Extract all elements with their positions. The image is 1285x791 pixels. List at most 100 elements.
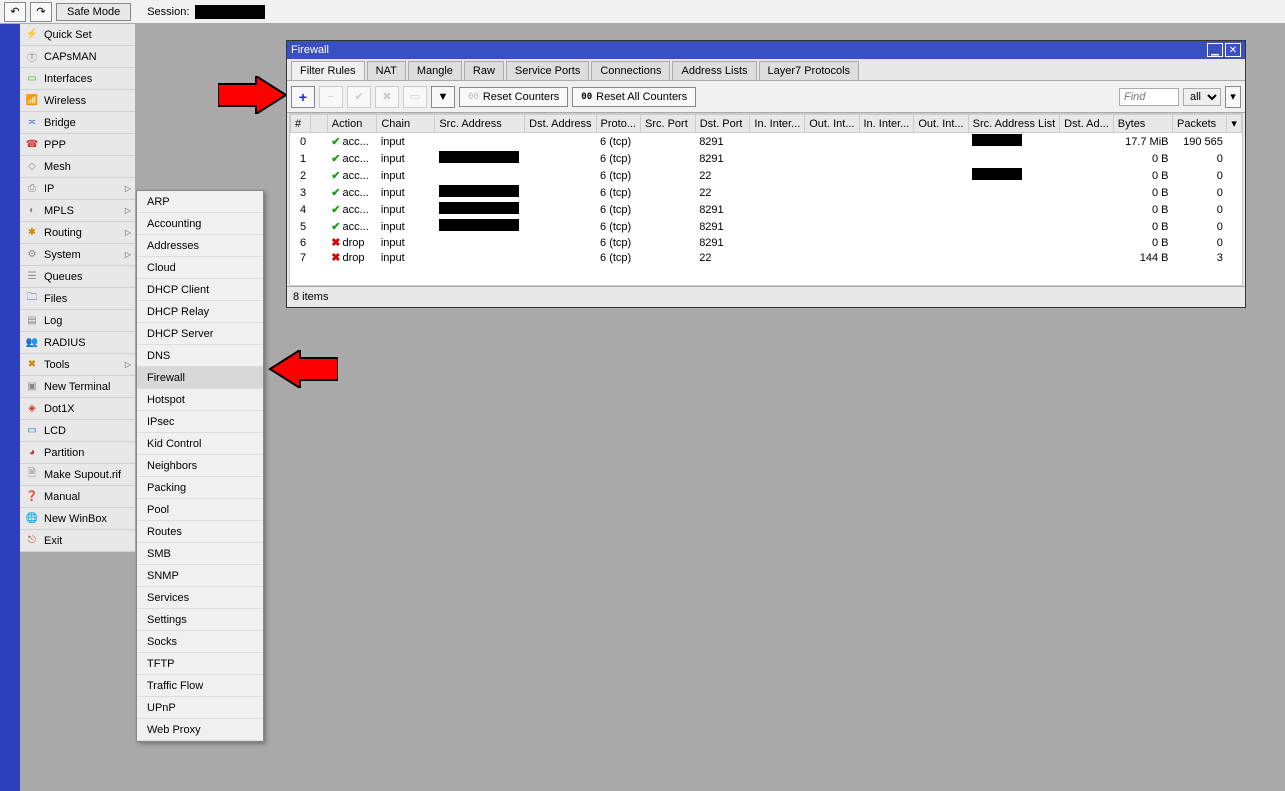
tab-address-lists[interactable]: Address Lists bbox=[672, 61, 756, 80]
tab-mangle[interactable]: Mangle bbox=[408, 61, 462, 80]
column-header[interactable]: Src. Port bbox=[640, 115, 695, 133]
redo-button[interactable]: ↷ bbox=[30, 2, 52, 22]
tab-raw[interactable]: Raw bbox=[464, 61, 504, 80]
column-header[interactable]: Action bbox=[327, 115, 377, 133]
menu-item-radius[interactable]: 👥RADIUS bbox=[20, 332, 135, 354]
window-titlebar[interactable]: Firewall ▁ ✕ bbox=[287, 41, 1245, 59]
table-row[interactable]: 0 ✔acc... input 6 (tcp) 8291 17.7 MiB 19… bbox=[291, 133, 1242, 151]
table-row[interactable]: 7 ✖drop input 6 (tcp) 22 144 B 3 bbox=[291, 250, 1242, 265]
submenu-item-dns[interactable]: DNS bbox=[137, 345, 263, 367]
menu-item-dot1x[interactable]: ◈Dot1X bbox=[20, 398, 135, 420]
menu-item-system[interactable]: ⚙System▷ bbox=[20, 244, 135, 266]
submenu-item-socks[interactable]: Socks bbox=[137, 631, 263, 653]
column-header[interactable]: Src. Address List bbox=[968, 115, 1060, 133]
add-button[interactable]: + bbox=[291, 86, 315, 108]
submenu-item-upnp[interactable]: UPnP bbox=[137, 697, 263, 719]
menu-item-partition[interactable]: ◕Partition bbox=[20, 442, 135, 464]
submenu-item-dhcp-relay[interactable]: DHCP Relay bbox=[137, 301, 263, 323]
menu-item-make-supout-rif[interactable]: 🗎Make Supout.rif bbox=[20, 464, 135, 486]
column-header[interactable]: Src. Address bbox=[435, 115, 525, 133]
tab-nat[interactable]: NAT bbox=[367, 61, 406, 80]
tab-connections[interactable]: Connections bbox=[591, 61, 670, 80]
menu-item-tools[interactable]: ✖Tools▷ bbox=[20, 354, 135, 376]
submenu-item-dhcp-server[interactable]: DHCP Server bbox=[137, 323, 263, 345]
column-header[interactable]: In. Inter... bbox=[859, 115, 914, 133]
table-row[interactable]: 5 ✔acc... input 6 (tcp) 8291 0 B 0 bbox=[291, 218, 1242, 235]
menu-item-mpls[interactable]: ◐MPLS▷ bbox=[20, 200, 135, 222]
menu-item-new-terminal[interactable]: ▣New Terminal bbox=[20, 376, 135, 398]
menu-item-ppp[interactable]: ☎PPP bbox=[20, 134, 135, 156]
table-row[interactable]: 4 ✔acc... input 6 (tcp) 8291 0 B 0 bbox=[291, 201, 1242, 218]
filter-button[interactable]: ▼ bbox=[431, 86, 455, 108]
submenu-item-smb[interactable]: SMB bbox=[137, 543, 263, 565]
column-header[interactable]: Dst. Address bbox=[525, 115, 596, 133]
column-header[interactable]: Proto... bbox=[596, 115, 640, 133]
column-header[interactable] bbox=[310, 115, 327, 133]
submenu-item-services[interactable]: Services bbox=[137, 587, 263, 609]
window-close-button[interactable]: ✕ bbox=[1225, 43, 1241, 57]
menu-item-quick-set[interactable]: ⚡Quick Set bbox=[20, 24, 135, 46]
submenu-item-arp[interactable]: ARP bbox=[137, 191, 263, 213]
menu-item-capsman[interactable]: ⓉCAPsMAN bbox=[20, 46, 135, 68]
menu-item-wireless[interactable]: 📶Wireless bbox=[20, 90, 135, 112]
table-row[interactable]: 1 ✔acc... input 6 (tcp) 8291 0 B 0 bbox=[291, 150, 1242, 167]
remove-button[interactable]: − bbox=[319, 86, 343, 108]
submenu-item-kid-control[interactable]: Kid Control bbox=[137, 433, 263, 455]
menu-item-log[interactable]: ▤Log bbox=[20, 310, 135, 332]
column-header[interactable]: Bytes bbox=[1113, 115, 1172, 133]
submenu-item-pool[interactable]: Pool bbox=[137, 499, 263, 521]
menu-item-queues[interactable]: ☰Queues bbox=[20, 266, 135, 288]
tab-service-ports[interactable]: Service Ports bbox=[506, 61, 589, 80]
menu-item-files[interactable]: 🗀Files bbox=[20, 288, 135, 310]
column-header[interactable]: Chain bbox=[377, 115, 435, 133]
window-minimize-button[interactable]: ▁ bbox=[1207, 43, 1223, 57]
column-header[interactable]: In. Inter... bbox=[750, 115, 805, 133]
submenu-item-traffic-flow[interactable]: Traffic Flow bbox=[137, 675, 263, 697]
menu-item-routing[interactable]: ✱Routing▷ bbox=[20, 222, 135, 244]
table-header[interactable]: # ActionChainSrc. AddressDst. AddressProt… bbox=[291, 115, 1242, 133]
column-header[interactable]: Dst. Port bbox=[695, 115, 750, 133]
submenu-item-hotspot[interactable]: Hotspot bbox=[137, 389, 263, 411]
submenu-item-settings[interactable]: Settings bbox=[137, 609, 263, 631]
submenu-item-firewall[interactable]: Firewall bbox=[137, 367, 263, 389]
table-row[interactable]: 6 ✖drop input 6 (tcp) 8291 0 B 0 bbox=[291, 235, 1242, 250]
submenu-item-neighbors[interactable]: Neighbors bbox=[137, 455, 263, 477]
submenu-item-web-proxy[interactable]: Web Proxy bbox=[137, 719, 263, 741]
submenu-item-cloud[interactable]: Cloud bbox=[137, 257, 263, 279]
menu-item-interfaces[interactable]: ▭Interfaces bbox=[20, 68, 135, 90]
tab-filter-rules[interactable]: Filter Rules bbox=[291, 61, 365, 80]
filter-select[interactable]: all bbox=[1183, 88, 1221, 106]
submenu-item-accounting[interactable]: Accounting bbox=[137, 213, 263, 235]
table-row[interactable]: 2 ✔acc... input 6 (tcp) 22 0 B 0 bbox=[291, 167, 1242, 184]
menu-item-manual[interactable]: ❓Manual bbox=[20, 486, 135, 508]
menu-item-new-winbox[interactable]: 🌐New WinBox bbox=[20, 508, 135, 530]
dropdown-button[interactable]: ▾ bbox=[1225, 86, 1241, 108]
column-header[interactable]: Dst. Ad... bbox=[1060, 115, 1114, 133]
submenu-item-addresses[interactable]: Addresses bbox=[137, 235, 263, 257]
find-input[interactable] bbox=[1119, 88, 1179, 106]
comment-button[interactable]: ▭ bbox=[403, 86, 427, 108]
submenu-item-ipsec[interactable]: IPsec bbox=[137, 411, 263, 433]
safe-mode-button[interactable]: Safe Mode bbox=[56, 3, 131, 21]
submenu-item-dhcp-client[interactable]: DHCP Client bbox=[137, 279, 263, 301]
tab-layer7-protocols[interactable]: Layer7 Protocols bbox=[759, 61, 860, 80]
table-row[interactable]: 3 ✔acc... input 6 (tcp) 22 0 B 0 bbox=[291, 184, 1242, 201]
submenu-item-snmp[interactable]: SNMP bbox=[137, 565, 263, 587]
menu-item-exit[interactable]: ⎋Exit bbox=[20, 530, 135, 552]
reset-counters-button[interactable]: 00Reset Counters bbox=[459, 87, 568, 107]
menu-item-ip[interactable]: ⎙IP▷ bbox=[20, 178, 135, 200]
reset-all-counters-button[interactable]: 00Reset All Counters bbox=[572, 87, 696, 107]
column-header[interactable]: Out. Int... bbox=[805, 115, 859, 133]
submenu-item-tftp[interactable]: TFTP bbox=[137, 653, 263, 675]
column-menu-button[interactable]: ▾ bbox=[1227, 115, 1242, 133]
undo-button[interactable]: ↶ bbox=[4, 2, 26, 22]
submenu-item-routes[interactable]: Routes bbox=[137, 521, 263, 543]
menu-item-bridge[interactable]: ≍Bridge bbox=[20, 112, 135, 134]
menu-item-mesh[interactable]: ◇Mesh bbox=[20, 156, 135, 178]
enable-button[interactable]: ✔ bbox=[347, 86, 371, 108]
submenu-item-packing[interactable]: Packing bbox=[137, 477, 263, 499]
column-header[interactable]: # bbox=[291, 115, 311, 133]
column-header[interactable]: Out. Int... bbox=[914, 115, 968, 133]
disable-button[interactable]: ✖ bbox=[375, 86, 399, 108]
column-header[interactable]: Packets bbox=[1173, 115, 1227, 133]
